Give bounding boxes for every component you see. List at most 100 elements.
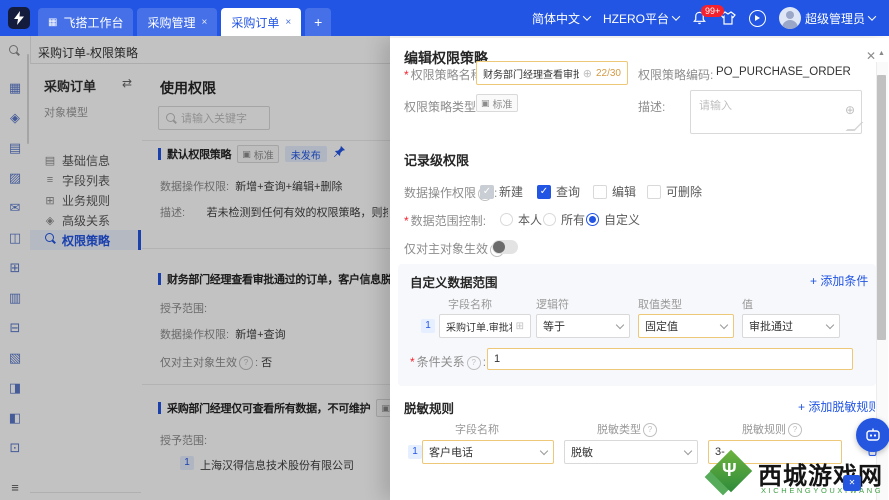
checkbox-label: 新建 bbox=[499, 185, 524, 200]
checkbox-create[interactable]: ✓ 新建 bbox=[480, 183, 523, 201]
tab-workbench[interactable]: ▦ 飞搭工作台 bbox=[38, 8, 134, 36]
tab-label: 采购订单 bbox=[231, 15, 280, 30]
info-icon: ? bbox=[788, 423, 802, 437]
select-value: 固定值 bbox=[645, 321, 678, 333]
watermark: Ψ 西城游戏网 XICHENGYOUXIWANG bbox=[704, 449, 889, 500]
chevron-down-icon bbox=[825, 320, 835, 329]
radio-all[interactable]: 所有 bbox=[543, 211, 585, 229]
checkbox-checked-disabled[interactable]: ✓ bbox=[480, 184, 494, 199]
mask-type-select[interactable]: 脱敏 bbox=[564, 440, 698, 464]
platform-label: HZERO平台 bbox=[602, 11, 669, 26]
user-menu[interactable]: 超级管理员 bbox=[778, 7, 877, 29]
col-header: 逻辑符 bbox=[536, 299, 569, 311]
watermark-subtitle: XICHENGYOUXIWANG bbox=[761, 486, 884, 495]
col-header: 取值类型 bbox=[638, 299, 682, 311]
input-value: 1 bbox=[494, 353, 501, 365]
section-title-record: 记录级权限 bbox=[404, 153, 470, 168]
top-bar: ▦ 飞搭工作台 采购管理 × 采购订单 × + 简体中文 HZERO平台 99+… bbox=[0, 0, 889, 36]
colon: : bbox=[482, 214, 487, 228]
new-tab-button[interactable]: + bbox=[305, 8, 332, 36]
col-header: 脱敏类型? bbox=[597, 421, 659, 437]
close-icon[interactable]: × bbox=[285, 17, 291, 28]
chevron-down-icon bbox=[615, 320, 625, 329]
checkbox-label: 可删除 bbox=[666, 185, 703, 200]
label-text: 仅对主对象生效 bbox=[404, 242, 489, 256]
globe-icon[interactable]: ⊕ bbox=[583, 67, 592, 80]
condition-value-select[interactable]: 审批通过 bbox=[742, 314, 840, 338]
checkbox-checked[interactable]: ✓ bbox=[537, 184, 551, 199]
scroll-up-arrow[interactable]: ▲ bbox=[878, 50, 885, 57]
header-text: 脱敏类型 bbox=[597, 424, 641, 436]
app-logo-icon[interactable] bbox=[8, 7, 30, 29]
input-value: 财务部门经理查看审批通过 bbox=[483, 69, 579, 81]
checkbox-query[interactable]: ✓ 查询 bbox=[537, 183, 580, 201]
tab-label: 采购管理 bbox=[147, 15, 196, 30]
info-icon: ? bbox=[466, 356, 481, 370]
radio-self[interactable]: 本人 bbox=[500, 211, 542, 229]
close-icon[interactable]: × bbox=[201, 17, 207, 28]
language-selector[interactable]: 简体中文 bbox=[531, 10, 592, 27]
relation-input[interactable]: 1 bbox=[487, 348, 853, 370]
trash-icon bbox=[867, 441, 878, 456]
chevron-down-icon bbox=[582, 12, 592, 21]
scrollbar-thumb[interactable] bbox=[877, 75, 886, 340]
condition-field-input[interactable]: 采购订单.审批状态 ⊞ bbox=[439, 314, 531, 338]
field-picker-icon[interactable]: ⊞ bbox=[516, 321, 524, 332]
input-value: 采购订单.审批状态 bbox=[446, 322, 512, 334]
resize-handle-icon[interactable] bbox=[845, 122, 864, 131]
col-header: 值 bbox=[742, 299, 753, 311]
notifications-button[interactable]: 99+ bbox=[692, 4, 725, 26]
chevron-down-icon bbox=[683, 446, 693, 455]
value-type-select[interactable]: 固定值 bbox=[638, 314, 734, 338]
chevron-down-icon bbox=[719, 320, 729, 329]
play-circle-icon bbox=[748, 9, 766, 27]
chevron-down-icon bbox=[867, 12, 877, 21]
close-icon[interactable]: ✕ bbox=[866, 49, 876, 63]
mask-field-select[interactable]: 客户电话 bbox=[422, 440, 554, 464]
mask-index-badge: 1 bbox=[408, 445, 422, 459]
checkbox-unchecked[interactable] bbox=[647, 184, 661, 199]
edit-policy-drawer: 编辑权限策略 ✕ *权限策略名称: 财务部门经理查看审批通过 ⊕ 22/30 权… bbox=[390, 38, 889, 500]
radio-selected[interactable] bbox=[586, 213, 599, 227]
avatar bbox=[778, 7, 801, 29]
label-text: 数据操作权限 bbox=[404, 186, 477, 200]
checkbox-deletable[interactable]: 可删除 bbox=[647, 183, 702, 201]
radio-unselected[interactable] bbox=[543, 213, 556, 227]
type-label: 权限策略类型: bbox=[404, 100, 480, 114]
col-header: 字段名称 bbox=[455, 424, 499, 436]
checkbox-edit[interactable]: 编辑 bbox=[593, 183, 636, 201]
platform-selector[interactable]: HZERO平台 bbox=[602, 10, 681, 27]
lightning-icon bbox=[14, 11, 24, 25]
code-label: 权限策略编码: bbox=[638, 68, 714, 82]
globe-icon[interactable]: ⊕ bbox=[845, 103, 855, 117]
tab-strip: ▦ 飞搭工作台 采购管理 × 采购订单 × + bbox=[38, 0, 332, 36]
policy-name-input[interactable]: 财务部门经理查看审批通过 ⊕ 22/30 bbox=[476, 61, 628, 85]
username-label: 超级管理员 bbox=[804, 11, 865, 26]
relation-label: * 条件关系?: bbox=[410, 353, 486, 371]
radio-label: 所有 bbox=[561, 213, 586, 228]
radio-label: 本人 bbox=[518, 213, 543, 228]
add-condition-link[interactable]: + 添加条件 bbox=[810, 272, 868, 289]
condition-index-badge: 1 bbox=[421, 319, 435, 333]
radio-unselected[interactable] bbox=[500, 213, 513, 227]
badge-icon: ▣ bbox=[481, 97, 490, 108]
add-mask-rule-link[interactable]: + 添加脱敏规则 bbox=[798, 398, 880, 415]
delete-row-button[interactable] bbox=[866, 441, 879, 461]
checkbox-unchecked[interactable] bbox=[593, 184, 607, 199]
tab-purchase-mgmt[interactable]: 采购管理 × bbox=[137, 8, 218, 36]
description-textarea[interactable]: 请输入 ⊕ bbox=[690, 90, 864, 134]
col-header: 脱敏规则? bbox=[742, 421, 804, 437]
main-only-toggle[interactable] bbox=[492, 240, 518, 254]
watermark-close-button[interactable]: ✕ bbox=[843, 475, 861, 491]
select-value: 客户电话 bbox=[429, 447, 473, 459]
help-video-button[interactable] bbox=[748, 9, 766, 27]
radio-custom[interactable]: 自定义 bbox=[586, 211, 640, 229]
name-label: *权限策略名称: bbox=[404, 66, 486, 84]
language-label: 简体中文 bbox=[531, 11, 580, 26]
window-grid-icon: ▦ bbox=[48, 16, 58, 28]
tab-purchase-order[interactable]: 采购订单 × bbox=[221, 8, 302, 36]
scope-label: * 数据范围控制: bbox=[404, 212, 486, 230]
operator-select[interactable]: 等于 bbox=[536, 314, 630, 338]
checkbox-label: 编辑 bbox=[612, 185, 637, 200]
chevron-down-icon bbox=[671, 12, 681, 21]
